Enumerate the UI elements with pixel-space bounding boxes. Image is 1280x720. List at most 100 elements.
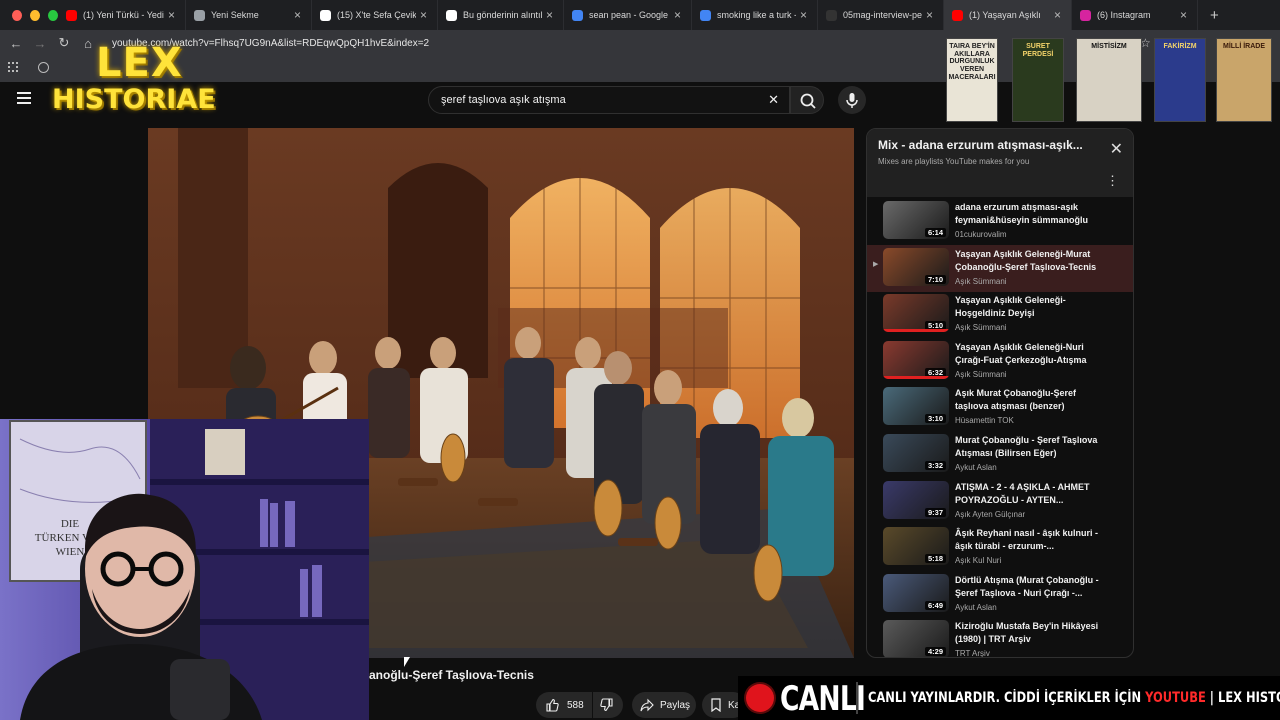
playlist-item-channel: Aykut Aslan	[955, 463, 997, 472]
live-stream-banner: CANLI CANLI YAYINLARDIR. CİDDİ İÇERİKLER…	[738, 676, 1280, 720]
close-tab-icon[interactable]: ×	[168, 8, 175, 22]
close-window-button[interactable]	[12, 9, 22, 21]
playlist-item[interactable]: 5:10 Yaşayan Aşıklık Geleneği-Hoşgeldiniz…	[867, 291, 1133, 338]
playlist-item-title[interactable]: Murat Çobanoğlu - Şeref Taşlıova Atışmas…	[955, 434, 1105, 460]
search-input[interactable]: şeref taşlıova aşık atışma ✕	[428, 86, 790, 114]
video-thumbnail[interactable]: 9:37	[883, 480, 949, 519]
mouse-cursor-icon	[404, 657, 410, 667]
book-cover-5: MİLLİ İRADE	[1216, 38, 1272, 122]
playlist-item[interactable]: 9:37 ATIŞMA - 2 - 4 AŞIKLA - AHMET POYRAZ…	[867, 478, 1133, 525]
back-icon[interactable]: ←	[4, 36, 28, 51]
browser-tab-title: sean pean - Google	[589, 10, 669, 20]
close-icon[interactable]: ✕	[1110, 139, 1123, 159]
browser-tab[interactable]: Yeni Sekme ×	[186, 0, 312, 30]
video-thumbnail[interactable]: 5:18	[883, 527, 949, 566]
clear-search-icon[interactable]: ✕	[768, 92, 779, 108]
playlist-item-channel: Aşık Sümmani	[955, 369, 1007, 379]
playlist-item-title[interactable]: Kiziroğlu Mustafa Bey'in Hikâyesi (1980)…	[955, 620, 1105, 646]
playlist-item-title[interactable]: Âşık Reyhani nasıl - âşık kulnuri - âşık…	[955, 527, 1105, 553]
browser-tab[interactable]: smoking like a turk - ×	[692, 0, 818, 30]
close-tab-icon[interactable]: ×	[1054, 8, 1061, 22]
share-label: Paylaş	[660, 699, 691, 711]
playlist-item-channel: Aykut Aslan	[955, 602, 997, 612]
video-thumbnail[interactable]: 6:32	[883, 340, 949, 379]
x-icon	[320, 9, 331, 21]
playlist-item-title[interactable]: Yaşayan Aşıklık Geleneği-Nuri Çırağı-Fua…	[955, 341, 1105, 367]
maximize-window-button[interactable]	[48, 9, 58, 21]
close-tab-icon[interactable]: ×	[800, 8, 807, 22]
globe-icon[interactable]	[38, 62, 49, 73]
new-tab-button[interactable]: +	[1210, 7, 1219, 24]
svg-text:WIEN: WIEN	[56, 546, 85, 558]
duration-badge: 6:49	[924, 600, 946, 610]
browser-tab-title: Yeni Sekme	[211, 10, 259, 20]
book-cover-2: SURET PERDESİ	[1012, 38, 1064, 122]
live-ticker: CANLI YAYINLARDIR. CİDDİ İÇERİKLER İÇİN …	[868, 690, 1280, 706]
banner-divider	[856, 682, 858, 714]
close-tab-icon[interactable]: ×	[926, 8, 933, 22]
more-options-icon[interactable]: ⋮	[1106, 173, 1119, 189]
playlist-item[interactable]: 3:32 Murat Çobanoğlu - Şeref Taşlıova Atı…	[867, 431, 1133, 478]
playlist-item[interactable]: 4:29 Kiziroğlu Mustafa Bey'in Hikâyesi (1…	[867, 617, 1133, 658]
browser-tab[interactable]: (15) X'te Sefa Çevik ×	[312, 0, 438, 30]
playlist-item-title[interactable]: Yaşayan Aşıklık Geleneği-Murat Çobanoğlu…	[955, 248, 1105, 274]
apps-grid-icon[interactable]	[8, 62, 18, 72]
playlist-item-channel: 01cukurovalim	[955, 230, 1007, 239]
video-thumbnail[interactable]: 6:49	[883, 573, 949, 612]
logo-line-1: LEX	[96, 40, 183, 86]
browser-tab[interactable]: Bu gönderinin alıntıla ×	[438, 0, 564, 30]
playlist-item-channel: TRT Arşiv	[955, 649, 990, 658]
browser-tab-title: (6) Instagram	[1097, 10, 1151, 20]
youtube-icon	[952, 9, 963, 21]
browser-tab[interactable]: (6) Instagram ×	[1072, 0, 1198, 30]
playlist-item[interactable]: 3:10 Aşık Murat Çobanoğlu-Şeref taşlıova …	[867, 384, 1133, 431]
playlist-item-title[interactable]: ATIŞMA - 2 - 4 AŞIKLA - AHMET POYRAZOĞLU…	[955, 481, 1105, 507]
book-cover-3: MİSTİSİZM	[1076, 38, 1142, 122]
close-tab-icon[interactable]: ×	[674, 8, 681, 22]
minimize-window-button[interactable]	[30, 9, 40, 21]
video-thumbnail[interactable]: 3:32	[883, 434, 949, 472]
voice-search-button[interactable]	[838, 86, 866, 114]
close-tab-icon[interactable]: ×	[420, 8, 427, 22]
dislike-button[interactable]	[593, 692, 623, 718]
playlist-item[interactable]: 5:18 Âşık Reyhani nasıl - âşık kulnuri - …	[867, 524, 1133, 571]
browser-tab-title: (15) X'te Sefa Çevik	[337, 10, 416, 20]
browser-tab[interactable]: sean pean - Google ×	[564, 0, 692, 30]
playlist-item[interactable]: ▶ 7:10 Yaşayan Aşıklık Geleneği-Murat Çoba…	[867, 244, 1133, 292]
playlist-title[interactable]: Mix - adana erzurum atışması-aşık...	[878, 138, 1094, 152]
browser-tab[interactable]: 05mag-interview-pe ×	[818, 0, 944, 30]
menu-icon[interactable]	[17, 92, 31, 104]
video-title: anoğlu-Şeref Taşlıova-Tecnis	[369, 668, 534, 682]
browser-tab-title: (1) Yeni Türkü - Yedi	[83, 10, 164, 20]
video-thumbnail[interactable]: 6:14	[883, 201, 949, 239]
video-thumbnail[interactable]: 5:10	[883, 294, 949, 333]
book-cover-4: FAKİRİZM	[1154, 38, 1206, 122]
playlist-item[interactable]: 6:32 Yaşayan Aşıklık Geleneği-Nuri Çırağı…	[867, 338, 1133, 385]
duration-badge: 7:10	[924, 274, 946, 284]
video-thumbnail[interactable]: 3:10	[883, 387, 949, 426]
playlist-item-title[interactable]: Aşık Murat Çobanoğlu-Şeref taşlıova atış…	[955, 387, 1105, 413]
webcam-scene: DIE TÜRKEN VOR WIEN	[0, 419, 369, 720]
forward-icon[interactable]: →	[28, 36, 52, 51]
playlist-item[interactable]: 6:49 Dörtlü Atışma (Murat Çobanoğlu - Şer…	[867, 571, 1133, 618]
lex-historiae-logo: LEX HISTORIAE	[50, 40, 240, 118]
browser-tab[interactable]: (1) Yaşayan Aşıklı ×	[944, 0, 1072, 30]
browser-tab[interactable]: (1) Yeni Türkü - Yedi ×	[58, 0, 186, 30]
duration-badge: 3:10	[924, 414, 946, 424]
search-button[interactable]	[790, 86, 824, 114]
live-badge: CANLI	[780, 679, 866, 719]
playlist-item-title[interactable]: Dörtlü Atışma (Murat Çobanoğlu - Şeref T…	[955, 574, 1105, 600]
like-button[interactable]: 588	[536, 692, 592, 718]
close-tab-icon[interactable]: ×	[546, 8, 553, 22]
video-thumbnail[interactable]: 4:29	[883, 620, 949, 657]
playlist-item-title[interactable]: adana erzurum atışması-aşık feymani&hüse…	[955, 201, 1105, 227]
close-tab-icon[interactable]: ×	[294, 8, 301, 22]
video-thumbnail[interactable]: 7:10	[883, 247, 949, 286]
playlist-item[interactable]: 6:14 adana erzurum atışması-aşık feymani&…	[867, 198, 1133, 245]
share-button[interactable]: Paylaş	[632, 692, 696, 718]
search-query: şeref taşlıova aşık atışma	[441, 94, 566, 106]
thumbs-up-icon	[546, 698, 559, 712]
watched-progress-bar	[883, 375, 949, 379]
playlist-item-title[interactable]: Yaşayan Aşıklık Geleneği-Hoşgeldiniz Dey…	[955, 294, 1105, 320]
close-tab-icon[interactable]: ×	[1180, 8, 1187, 22]
